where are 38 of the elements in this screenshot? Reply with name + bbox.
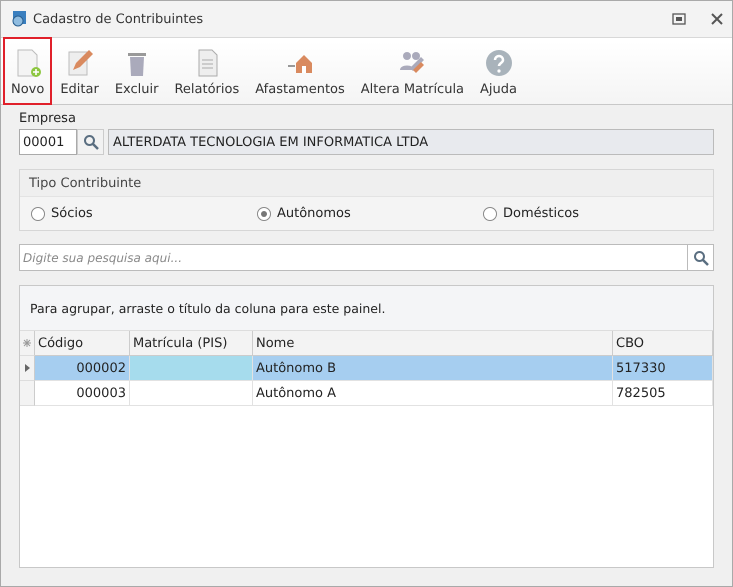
restore-icon[interactable] xyxy=(672,13,686,25)
radio-option[interactable]: Domésticos xyxy=(483,206,709,221)
company-name-field: ALTERDATA TECNOLOGIA EM INFORMATICA LTDA xyxy=(108,129,714,155)
toolbar-button[interactable]: Editar xyxy=(52,37,107,105)
toolbar-button[interactable]: Altera Matrícula xyxy=(352,37,472,105)
current-row-icon xyxy=(24,364,30,372)
search-field[interactable]: Digite sua pesquisa aqui... xyxy=(19,244,687,271)
column-header[interactable]: Matrícula (PIS) xyxy=(130,331,253,356)
table-cell: 000002 xyxy=(35,356,130,381)
company-code-field[interactable]: 00001 xyxy=(19,129,77,155)
table-cell: 782505 xyxy=(613,381,713,406)
field-label: Empresa xyxy=(19,111,77,126)
radio-option[interactable]: Autônomos xyxy=(257,206,483,221)
toolbar-button[interactable]: Relatórios xyxy=(166,37,248,105)
help-icon xyxy=(484,48,514,78)
column-header[interactable]: Nome xyxy=(253,331,613,356)
table-cell: Autônomo B xyxy=(253,356,613,381)
table-cell: 517330 xyxy=(613,356,713,381)
toolbar-button[interactable]: Afastamentos xyxy=(247,37,353,105)
window-title: Cadastro de Contribuintes xyxy=(33,12,204,26)
asterisk-icon xyxy=(23,339,31,347)
group-title: Tipo Contribuinte xyxy=(20,170,713,197)
toolbar-button[interactable]: Excluir xyxy=(106,37,166,105)
column-header[interactable]: Código xyxy=(35,331,130,356)
close-icon[interactable] xyxy=(710,12,724,26)
row-indicator[interactable] xyxy=(20,356,35,381)
group-hint: Para agrupar, arraste o título da coluna para este painel. xyxy=(20,286,713,331)
column-header[interactable]: CBO xyxy=(613,331,713,356)
lookup-button[interactable] xyxy=(77,129,104,155)
toolbar-button[interactable]: Novo xyxy=(3,37,52,105)
table-cell: 000003 xyxy=(35,381,130,406)
radio-option[interactable]: Sócios xyxy=(31,206,257,221)
search-icon xyxy=(692,250,708,266)
search-icon xyxy=(82,134,98,150)
toolbar-button[interactable]: Ajuda xyxy=(472,37,525,105)
search-button[interactable] xyxy=(687,244,714,271)
column-chooser[interactable] xyxy=(20,331,35,356)
table-cell: Autônomo A xyxy=(253,381,613,406)
